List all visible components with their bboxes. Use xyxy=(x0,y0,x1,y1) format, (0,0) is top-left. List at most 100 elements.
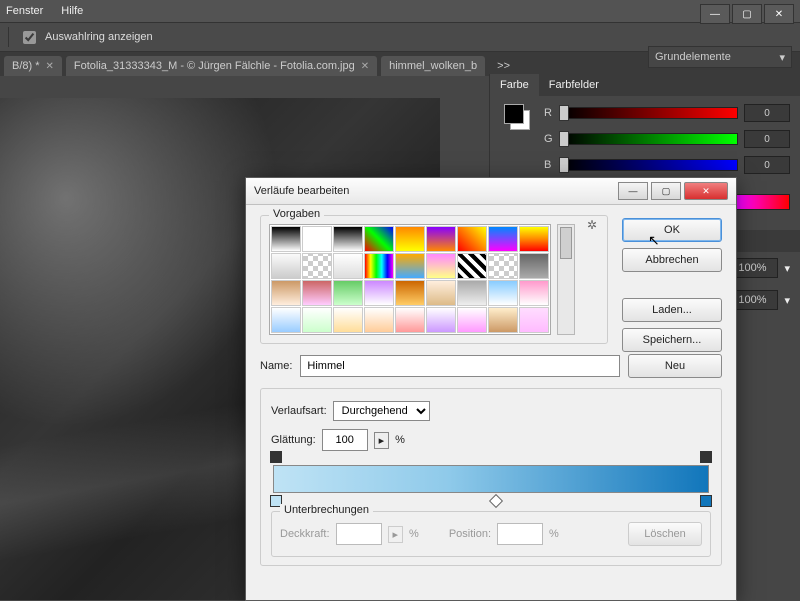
preset-swatch[interactable] xyxy=(271,280,301,306)
tab-farbe[interactable]: Farbe xyxy=(490,74,539,96)
preset-swatch[interactable] xyxy=(364,226,394,252)
ok-button[interactable]: OK xyxy=(622,218,722,242)
tab-overflow[interactable]: >> xyxy=(489,56,518,76)
type-select[interactable]: Durchgehend xyxy=(333,401,430,421)
preset-swatch[interactable] xyxy=(302,253,332,279)
preset-swatch[interactable] xyxy=(333,253,363,279)
preset-swatch[interactable] xyxy=(519,307,549,333)
preset-swatch[interactable] xyxy=(333,280,363,306)
save-button[interactable]: Speichern... xyxy=(622,328,722,352)
new-button[interactable]: Neu xyxy=(628,354,722,378)
close-icon[interactable]: ✕ xyxy=(361,61,369,72)
preset-swatch[interactable] xyxy=(395,226,425,252)
tab-farbfelder[interactable]: Farbfelder xyxy=(539,74,609,96)
preset-swatch[interactable] xyxy=(271,226,301,252)
app-minimize[interactable]: — xyxy=(700,4,730,24)
preset-swatch[interactable] xyxy=(457,226,487,252)
preset-swatch[interactable] xyxy=(395,253,425,279)
menu-hilfe[interactable]: Hilfe xyxy=(61,5,83,17)
document-tab-3[interactable]: himmel_wolken_b xyxy=(381,56,485,76)
name-input[interactable] xyxy=(300,355,620,377)
auswahlring-label: Auswahlring anzeigen xyxy=(45,31,153,43)
smooth-input[interactable] xyxy=(322,429,368,451)
auswahlring-checkbox[interactable]: Auswahlring anzeigen xyxy=(19,28,153,47)
cancel-button[interactable]: Abbrechen xyxy=(622,248,722,272)
g-value[interactable]: 0 xyxy=(744,130,790,148)
chevron-down-icon: ▾ xyxy=(779,51,785,64)
chevron-down-icon[interactable]: ▾ xyxy=(784,294,790,307)
percent-label: % xyxy=(409,528,419,540)
presets-scrollbar[interactable] xyxy=(557,224,575,335)
preset-swatch[interactable] xyxy=(519,280,549,306)
type-label: Verlaufsart: xyxy=(271,405,327,417)
load-button[interactable]: Laden... xyxy=(622,298,722,322)
dialog-minimize[interactable]: — xyxy=(618,182,648,200)
app-close[interactable]: ✕ xyxy=(764,4,794,24)
auswahlring-input[interactable] xyxy=(23,31,36,44)
preset-swatch[interactable] xyxy=(426,307,456,333)
preset-swatch[interactable] xyxy=(302,307,332,333)
document-tab-1[interactable]: B/8) *✕ xyxy=(4,56,62,76)
app-maximize[interactable]: ▢ xyxy=(732,4,762,24)
preset-swatch[interactable] xyxy=(333,226,363,252)
percent-label: % xyxy=(549,528,559,540)
preset-swatches[interactable] xyxy=(269,224,551,335)
preset-swatch[interactable] xyxy=(488,253,518,279)
close-icon[interactable]: ✕ xyxy=(46,61,54,72)
color-stop-right[interactable] xyxy=(700,495,712,507)
position-label: Position: xyxy=(449,528,491,540)
r-slider[interactable] xyxy=(562,107,738,119)
menu-fenster[interactable]: Fenster xyxy=(6,5,43,17)
chevron-down-icon[interactable]: ▾ xyxy=(784,262,790,275)
preset-swatch[interactable] xyxy=(364,307,394,333)
dialog-maximize[interactable]: ▢ xyxy=(651,182,681,200)
preset-swatch[interactable] xyxy=(519,226,549,252)
delete-button: Löschen xyxy=(628,522,702,546)
preset-swatch[interactable] xyxy=(271,307,301,333)
preset-swatch[interactable] xyxy=(457,280,487,306)
preset-swatch[interactable] xyxy=(271,253,301,279)
preset-swatch[interactable] xyxy=(364,253,394,279)
preset-swatch[interactable] xyxy=(488,280,518,306)
position-input xyxy=(497,523,543,545)
opacity-input xyxy=(336,523,382,545)
preset-swatch[interactable] xyxy=(488,226,518,252)
midpoint-stop[interactable] xyxy=(489,494,503,508)
spin-arrow-icon[interactable]: ▸ xyxy=(374,432,390,449)
name-label: Name: xyxy=(260,360,292,372)
b-slider[interactable] xyxy=(562,159,738,171)
stops-label: Unterbrechungen xyxy=(280,504,373,516)
preset-swatch[interactable] xyxy=(395,307,425,333)
preset-swatch[interactable] xyxy=(426,226,456,252)
preset-swatch[interactable] xyxy=(302,280,332,306)
preset-swatch[interactable] xyxy=(333,307,363,333)
preset-swatch[interactable] xyxy=(457,253,487,279)
r-value[interactable]: 0 xyxy=(744,104,790,122)
fg-bg-swatch[interactable] xyxy=(504,104,530,130)
preset-swatch[interactable] xyxy=(426,280,456,306)
g-slider[interactable] xyxy=(562,133,738,145)
document-tab-2[interactable]: Fotolia_31333343_M - © Jürgen Fälchle - … xyxy=(66,56,377,76)
preset-swatch[interactable] xyxy=(457,307,487,333)
gradient-bar[interactable] xyxy=(273,465,709,493)
separator xyxy=(8,27,9,47)
g-label: G xyxy=(544,133,556,145)
workspace-label: Grundelemente xyxy=(655,51,731,63)
preset-swatch[interactable] xyxy=(519,253,549,279)
gear-icon[interactable]: ✲ xyxy=(587,218,597,232)
r-label: R xyxy=(544,107,556,119)
dialog-title: Verläufe bearbeiten xyxy=(254,185,349,197)
smooth-label: Glättung: xyxy=(271,434,316,446)
preset-swatch[interactable] xyxy=(426,253,456,279)
opacity-stop-left[interactable] xyxy=(270,451,282,463)
preset-swatch[interactable] xyxy=(364,280,394,306)
preset-swatch[interactable] xyxy=(302,226,332,252)
workspace-dropdown[interactable]: Grundelemente ▾ xyxy=(648,46,792,68)
preset-swatch[interactable] xyxy=(395,280,425,306)
dialog-close[interactable]: ✕ xyxy=(684,182,728,200)
opacity-stop-right[interactable] xyxy=(700,451,712,463)
b-label: B xyxy=(544,159,556,171)
b-value[interactable]: 0 xyxy=(744,156,790,174)
gradient-editor-dialog: Verläufe bearbeiten — ▢ ✕ Vorgaben ✲ OK … xyxy=(245,177,737,601)
preset-swatch[interactable] xyxy=(488,307,518,333)
